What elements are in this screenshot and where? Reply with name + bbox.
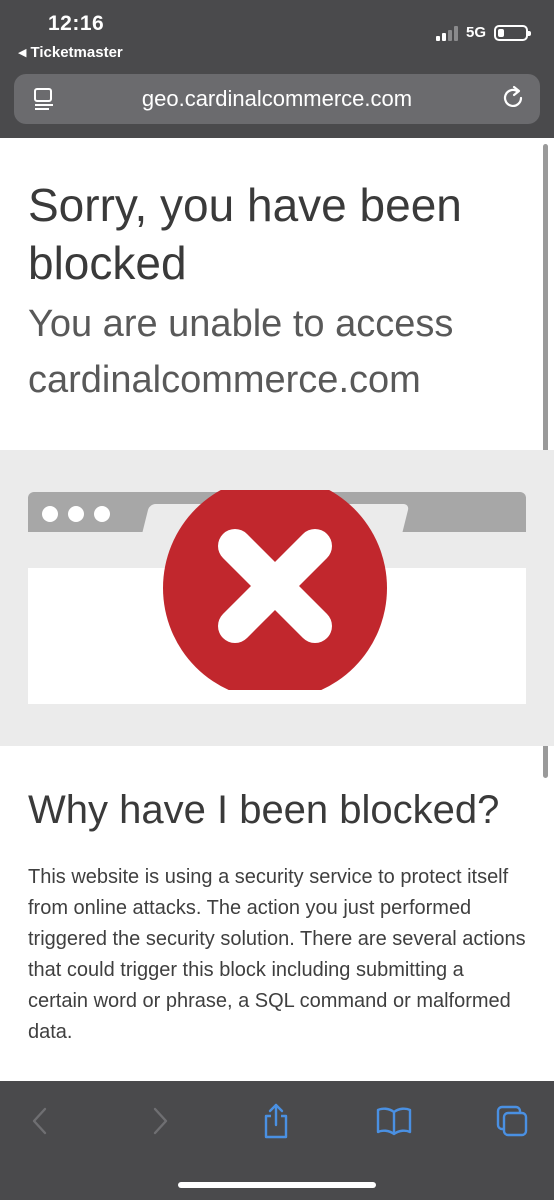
back-triangle-icon: ◀ bbox=[18, 47, 27, 59]
back-to-app-link[interactable]: ◀ Ticketmaster bbox=[18, 44, 123, 61]
chevron-right-icon bbox=[153, 1107, 168, 1135]
address-url[interactable]: geo.cardinalcommerce.com bbox=[14, 86, 540, 112]
chevron-left-icon bbox=[32, 1107, 47, 1135]
page-title: Sorry, you have been blocked bbox=[28, 179, 462, 289]
book-icon bbox=[376, 1107, 412, 1136]
status-indicators: 5G bbox=[435, 24, 531, 41]
forward-button[interactable] bbox=[140, 1101, 180, 1141]
home-indicator[interactable] bbox=[178, 1182, 376, 1188]
why-section: Why have I been blocked? This website is… bbox=[28, 786, 526, 1048]
battery-icon bbox=[494, 24, 531, 41]
page-subtitle: You are unable to access cardinalcommerc… bbox=[28, 303, 454, 401]
status-time: 12:16 bbox=[48, 12, 105, 35]
back-app-label: Ticketmaster bbox=[30, 44, 123, 61]
x-circle-icon bbox=[163, 490, 387, 690]
blocked-illustration bbox=[0, 450, 554, 746]
web-page: Sorry, you have been blocked You are una… bbox=[0, 138, 554, 1081]
tabs-button[interactable] bbox=[492, 1101, 532, 1141]
network-label: 5G bbox=[465, 24, 486, 41]
reload-icon[interactable] bbox=[500, 85, 526, 111]
share-icon bbox=[264, 1103, 288, 1139]
signal-icon bbox=[435, 25, 458, 41]
bookmarks-button[interactable] bbox=[374, 1101, 414, 1141]
window-dots bbox=[42, 506, 110, 522]
share-button[interactable] bbox=[256, 1101, 296, 1141]
back-button[interactable] bbox=[20, 1101, 60, 1141]
why-text: This website is using a security service… bbox=[28, 866, 526, 1043]
bottom-toolbar bbox=[0, 1081, 554, 1200]
tabs-icon bbox=[496, 1105, 528, 1137]
block-header: Sorry, you have been blocked You are una… bbox=[0, 138, 554, 450]
address-bar[interactable]: geo.cardinalcommerce.com bbox=[14, 74, 540, 124]
why-heading: Why have I been blocked? bbox=[28, 788, 500, 832]
browser-top-chrome: 12:16 ◀ Ticketmaster 5G geo.cardinalcomm… bbox=[0, 0, 554, 138]
